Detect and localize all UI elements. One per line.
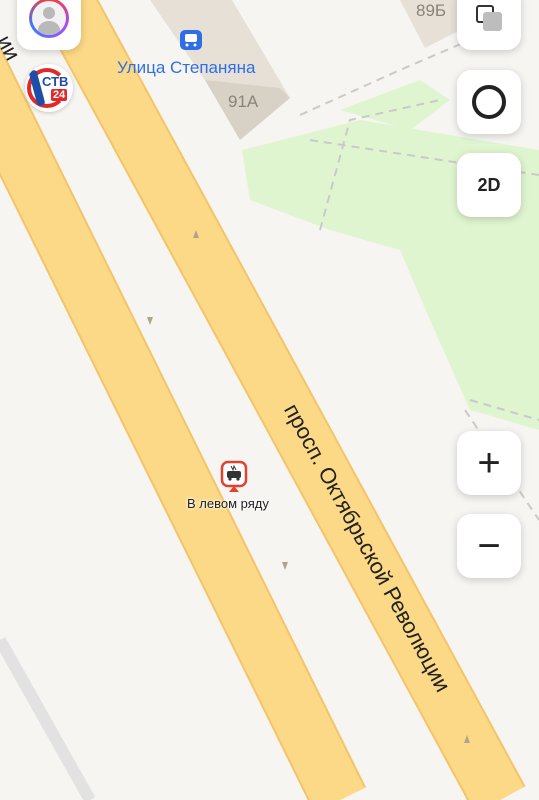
compass-icon bbox=[472, 85, 506, 119]
plus-icon: + bbox=[477, 441, 501, 485]
layers-button[interactable] bbox=[457, 0, 521, 50]
north-button[interactable] bbox=[457, 70, 521, 134]
profile-button[interactable] bbox=[17, 0, 81, 50]
logo-text: СТВ bbox=[42, 74, 69, 89]
bus-stop-icon[interactable] bbox=[180, 30, 202, 50]
user-avatar-icon bbox=[29, 0, 69, 38]
minus-icon: − bbox=[477, 524, 501, 568]
building-number-89b: 89Б bbox=[416, 1, 447, 20]
zoom-out-button[interactable]: − bbox=[457, 514, 521, 578]
layers-icon bbox=[476, 5, 502, 31]
view-mode-button[interactable]: 2D bbox=[457, 153, 521, 217]
building-number-91a: 91А bbox=[228, 92, 259, 111]
stv24-logo[interactable]: СТВ 24 bbox=[25, 64, 73, 112]
view-mode-label: 2D bbox=[477, 174, 501, 195]
incident-label: В левом ряду bbox=[187, 496, 269, 511]
logo-subtext: 24 bbox=[51, 89, 68, 101]
zoom-in-button[interactable]: + bbox=[457, 431, 521, 495]
transit-stop-label[interactable]: Улица Степаняна bbox=[117, 58, 255, 78]
